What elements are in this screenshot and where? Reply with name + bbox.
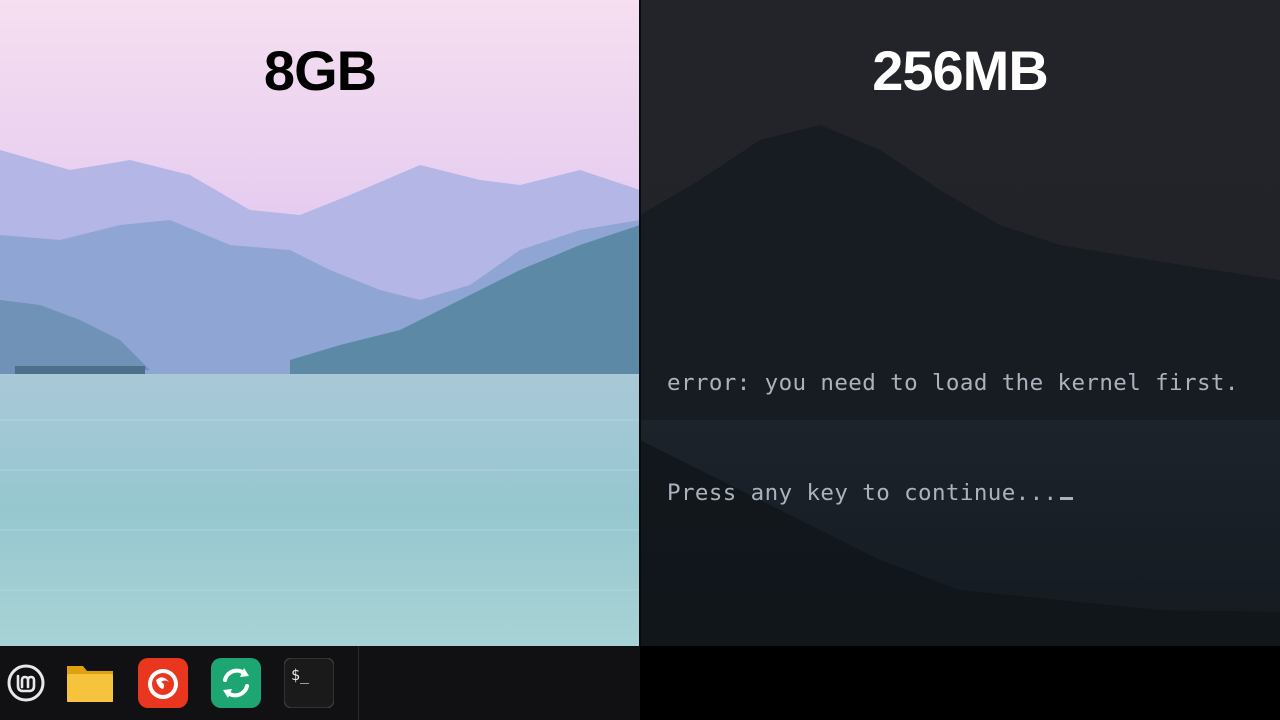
folder-icon[interactable] (65, 658, 115, 708)
boot-console: error: you need to load the kernel first… (667, 312, 1239, 584)
terminal-icon[interactable]: $_ (284, 658, 334, 708)
firefox-icon[interactable] (138, 658, 188, 708)
panel-divider (639, 0, 641, 646)
right-panel: 256MB error: you need to load the kernel… (640, 0, 1280, 720)
taskbar-blank-area (640, 646, 1280, 720)
terminal-glyph: $_ (291, 666, 310, 684)
mint-menu-icon[interactable] (6, 663, 46, 703)
error-message: error: you need to load the kernel first… (667, 370, 1239, 396)
taskbar-separator (358, 646, 359, 720)
continue-prompt-line: Press any key to continue... (667, 474, 1239, 532)
continue-prompt: Press any key to continue... (667, 480, 1058, 506)
ram-label-8gb: 8GB (263, 39, 377, 102)
ram-label-256mb: 256MB (872, 39, 1049, 102)
text-cursor (1059, 497, 1073, 500)
sync-app-icon[interactable] (211, 658, 261, 708)
left-panel: 8GB (0, 0, 640, 720)
